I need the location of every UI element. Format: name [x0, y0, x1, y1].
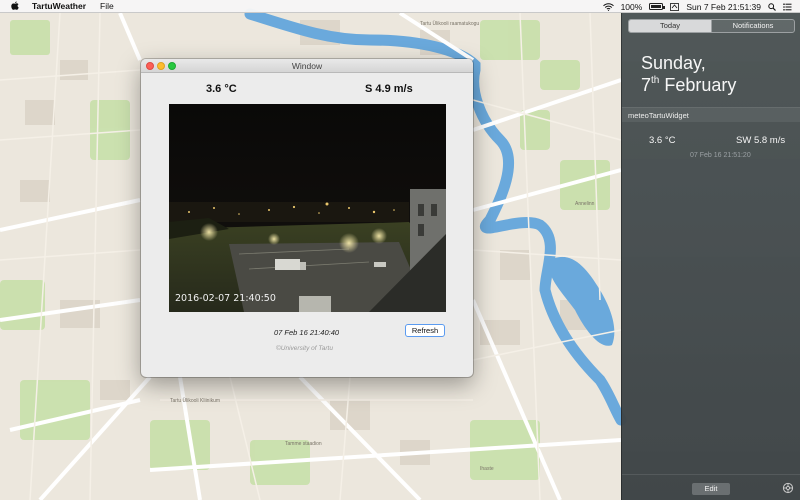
svg-text:Ihaste: Ihaste	[480, 466, 494, 472]
tab-notifications[interactable]: Notifications	[711, 20, 794, 32]
notification-center: Today Notifications Sunday, 7th February…	[621, 13, 800, 500]
zoom-window-button[interactable]	[168, 62, 176, 70]
webcam-timestamp: 2016-02-07 21:40:50	[175, 293, 276, 304]
window-titlebar[interactable]: Window	[141, 59, 473, 73]
svg-text:Tartu Ülikooli Kliinikum: Tartu Ülikooli Kliinikum	[170, 397, 220, 404]
app-menu-name[interactable]: TartuWeather	[32, 1, 86, 11]
menu-clock[interactable]: Sun 7 Feb 21:51:39	[686, 2, 761, 12]
date-suffix: th	[651, 75, 660, 86]
battery-icon[interactable]	[649, 3, 666, 10]
gear-icon[interactable]	[782, 482, 794, 494]
window-title: Window	[291, 61, 323, 71]
close-window-button[interactable]	[146, 62, 154, 70]
widget-wind: SW 5.8 m/s	[736, 135, 786, 146]
input-source-icon[interactable]	[670, 2, 680, 11]
date-month: February	[664, 75, 737, 95]
apple-menu-icon[interactable]	[10, 1, 20, 11]
battery-percent: 100%	[620, 1, 643, 12]
notification-center-icon[interactable]	[783, 2, 792, 11]
spotlight-icon[interactable]	[768, 2, 776, 11]
today-date: 7th February	[641, 75, 736, 96]
menu-bar: TartuWeather File 100% Sun 7 Feb 21:51:3…	[0, 0, 800, 13]
minimize-window-button[interactable]	[157, 62, 165, 70]
copyright-label: ©University of Tartu	[276, 345, 333, 352]
tartuweather-window: Window 3.6 °C S 4.9 m/s 2016-02-07 21:40…	[141, 59, 473, 377]
notification-center-tabs: Today Notifications	[628, 19, 795, 33]
edit-widgets-button[interactable]: Edit	[692, 483, 730, 495]
widget-temperature: 3.6 °C	[649, 135, 676, 146]
refresh-button[interactable]: Refresh	[405, 324, 445, 337]
wind-reading: S 4.9 m/s	[365, 83, 413, 95]
last-update-time: 07 Feb 16 21:40:40	[274, 328, 340, 337]
svg-text:Tamme staadion: Tamme staadion	[285, 441, 322, 447]
svg-text:Annelinn: Annelinn	[575, 201, 595, 207]
temperature-reading: 3.6 °C	[206, 83, 237, 95]
webcam-image: 2016-02-07 21:40:50	[169, 104, 446, 312]
wifi-icon[interactable]	[602, 2, 614, 11]
widget-update-time: 07 Feb 16 21:51:20	[690, 152, 751, 159]
notification-center-footer: Edit	[622, 474, 800, 500]
date-number: 7	[641, 75, 652, 95]
svg-text:Tartu Ülikooli raamatukogu: Tartu Ülikooli raamatukogu	[420, 20, 479, 27]
today-day-name: Sunday,	[641, 53, 706, 73]
menu-extras: 100% Sun 7 Feb 21:51:39	[602, 0, 792, 13]
widget-header[interactable]: meteoTartuWidget	[622, 107, 800, 122]
file-menu[interactable]: File	[100, 1, 114, 11]
tab-today[interactable]: Today	[629, 20, 711, 32]
